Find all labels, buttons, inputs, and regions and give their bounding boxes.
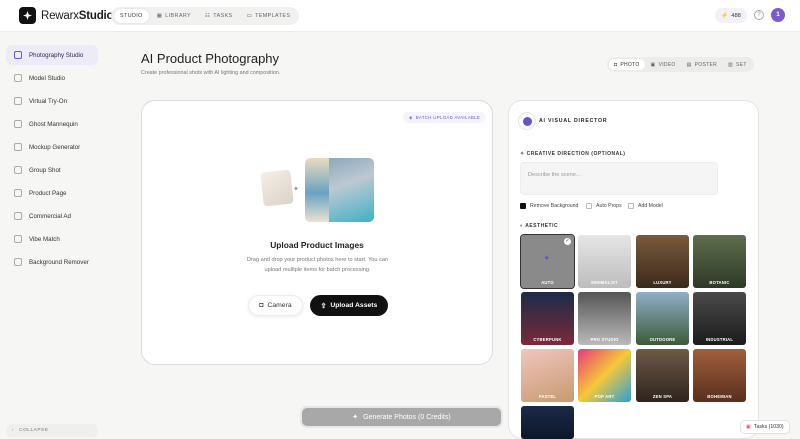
sidebar-item-virtual-try-on[interactable]: Virtual Try-On (6, 91, 98, 111)
aesthetic-pop-art[interactable]: POP ART (578, 349, 631, 402)
sidebar-item-background-remover[interactable]: Background Remover (6, 252, 98, 272)
page-subtitle: Create professional shots with AI lighti… (141, 70, 281, 76)
page-title: AI Product Photography (141, 51, 280, 66)
tasks-icon: ▣ (746, 424, 751, 430)
poster-icon: ▤ (686, 61, 692, 68)
bolt-icon: ⚡ (721, 12, 729, 19)
remove-background-option[interactable]: Remove Background (520, 203, 578, 209)
credits-badge[interactable]: ⚡ 488 (715, 8, 747, 23)
page-icon (14, 189, 22, 197)
help-icon[interactable]: ? (754, 10, 764, 20)
add-model-option[interactable]: Add Model (628, 203, 663, 209)
tab-poster[interactable]: ▤ POSTER (682, 59, 722, 70)
aesthetic-label: ◐ AESTHETIC (520, 223, 559, 229)
nav-templates[interactable]: ▭ TEMPLATES (241, 9, 297, 23)
sidebar-item-vibe-match[interactable]: Vibe Match (6, 229, 98, 249)
checkbox[interactable] (520, 203, 526, 209)
upload-assets-button[interactable]: ⇪ Upload Assets (310, 295, 388, 316)
aesthetic-bohemian[interactable]: BOHEMIAN (693, 349, 746, 402)
ghost-icon (14, 120, 22, 128)
generate-button[interactable]: ✦ Generate Photos (0 Credits) (300, 406, 503, 428)
sidebar-item-group-shot[interactable]: Group Shot (6, 160, 98, 180)
aesthetic-more[interactable] (521, 406, 574, 439)
tab-photo[interactable]: ◘ PHOTO (609, 59, 645, 70)
check-icon: ✓ (564, 238, 571, 245)
camera-button[interactable]: ◘ Camera (248, 295, 303, 316)
group-icon (14, 166, 22, 174)
sidebar-item-photography-studio[interactable]: Photography Studio (6, 45, 98, 65)
sidebar-item-ghost-mannequin[interactable]: Ghost Mannequin (6, 114, 98, 134)
aesthetic-cyberpunk[interactable]: CYBERPUNK (521, 292, 574, 345)
aesthetic-auto[interactable]: ✓ ✦ AUTO (520, 234, 575, 289)
aesthetic-botanic[interactable]: BOTANIC (693, 235, 746, 288)
aesthetic-outdoore[interactable]: OUTDOORE (636, 292, 689, 345)
sidebar-item-model-studio[interactable]: Model Studio (6, 68, 98, 88)
mode-tabs: ◘ PHOTO ▣ VIDEO ▤ POSTER ▥ SET (607, 57, 754, 72)
aesthetic-pastel[interactable]: PASTEL (521, 349, 574, 402)
nav-library[interactable]: ▦ LIBRARY (151, 9, 197, 23)
sparkle-icon (14, 51, 22, 59)
camera-icon: ◘ (614, 61, 618, 68)
sidebar-item-mockup-generator[interactable]: Mockup Generator (6, 137, 98, 157)
tasks-button[interactable]: ▣ Tasks (1030) (740, 420, 790, 434)
upload-description: Drag and drop your product photos here t… (246, 257, 389, 273)
sparkle-icon: ✦ (352, 414, 359, 421)
nav-tasks[interactable]: ☷ TASKS (199, 9, 239, 23)
set-icon: ▥ (728, 61, 734, 68)
aesthetic-zen-spa[interactable]: ZEN SPA (636, 349, 689, 402)
creative-direction-label: ✧ CREATIVE DIRECTION (OPTIONAL) (520, 151, 626, 157)
nav-studio[interactable]: STUDIO (114, 9, 149, 23)
sample-product-image (260, 169, 294, 207)
aesthetic-industrial[interactable]: INDUSTRIAL (693, 292, 746, 345)
sparkle-icon: ✦ (543, 253, 551, 263)
camera-icon: ◘ (259, 302, 264, 309)
vibe-icon (14, 235, 22, 243)
grid-icon: ▦ (156, 13, 163, 19)
logo[interactable]: RewarxStudio (19, 7, 114, 24)
brand-name: RewarxStudio (41, 9, 114, 22)
shirt-icon (14, 97, 22, 105)
upload-heading: Upload Product Images (270, 240, 364, 250)
director-title: AI VISUAL DIRECTOR (539, 118, 608, 124)
avatar[interactable]: 1 (771, 8, 785, 22)
upload-dropzone[interactable] (141, 100, 493, 365)
batch-upload-badge: ◈ BATCH UPLOAD AVAILABLE (403, 112, 487, 123)
video-icon: ▣ (650, 61, 656, 68)
person-icon (14, 74, 22, 82)
logo-mark-icon (19, 7, 36, 24)
list-icon: ☷ (205, 13, 211, 19)
checkbox[interactable] (586, 203, 592, 209)
director-status-icon (518, 112, 536, 130)
aesthetic-luxury[interactable]: LUXURY (636, 235, 689, 288)
chevron-left-icon: ‹ (12, 428, 15, 433)
checkbox[interactable] (628, 203, 634, 209)
box-icon (14, 143, 22, 151)
scene-input[interactable]: Describe the scene... (520, 162, 718, 195)
tab-video[interactable]: ▣ VIDEO (646, 59, 681, 70)
auto-props-option[interactable]: Auto Props (586, 203, 622, 209)
sidebar-item-commercial-ad[interactable]: Commercial Ad (6, 206, 98, 226)
eraser-icon (14, 258, 22, 266)
upload-icon: ⇪ (320, 302, 327, 310)
megaphone-icon (14, 212, 22, 220)
aesthetic-minimalist[interactable]: MINIMALIST (578, 235, 631, 288)
top-nav: STUDIO ▦ LIBRARY ☷ TASKS ▭ TEMPLATES (111, 7, 300, 25)
templates-icon: ▭ (246, 13, 253, 19)
sample-result-images (305, 158, 374, 222)
wand-icon: ✧ (520, 151, 527, 157)
sparkle-icon: ✦ (293, 186, 299, 193)
aesthetic-pro-studio[interactable]: PRO STUDIO (578, 292, 631, 345)
sidebar-item-product-page[interactable]: Product Page (6, 183, 98, 203)
sidebar: Photography Studio Model Studio Virtual … (0, 33, 104, 439)
collapse-button[interactable]: ‹ COLLAPSE (6, 424, 98, 437)
tab-set[interactable]: ▥ SET (723, 59, 752, 70)
layers-icon: ◈ (409, 114, 413, 120)
